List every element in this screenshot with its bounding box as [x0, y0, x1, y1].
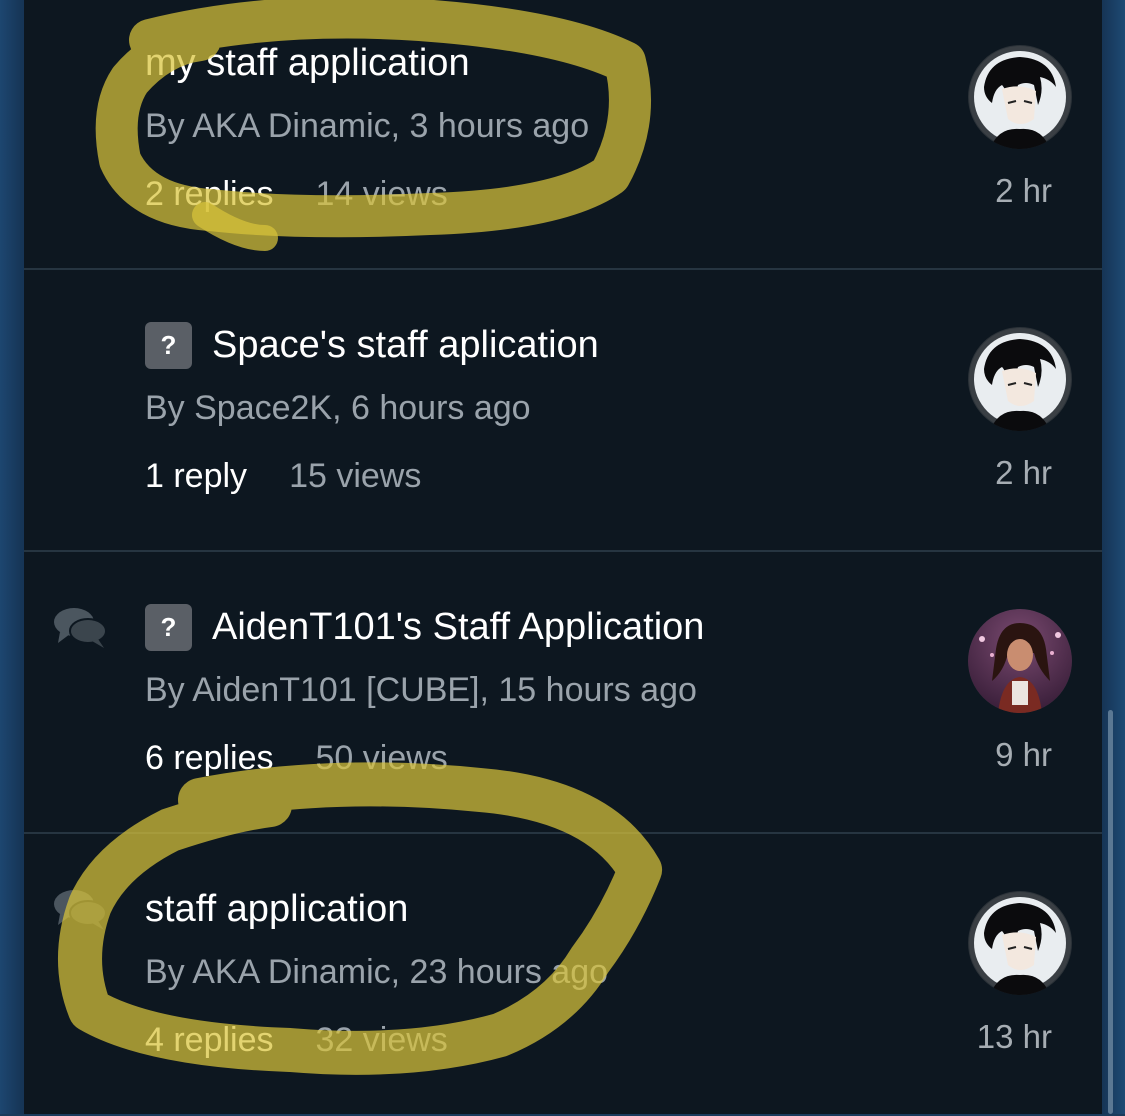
view-count: 50 views: [315, 739, 448, 777]
topic-stats: 1 reply 15 views: [145, 457, 421, 496]
last-activity-time: 13 hr: [976, 1018, 1052, 1055]
avatar[interactable]: [968, 609, 1072, 713]
topic-stats: 2 replies 14 views: [145, 175, 448, 214]
view-count: 14 views: [315, 175, 448, 213]
avatar[interactable]: [968, 891, 1072, 995]
last-activity-time: 2 hr: [995, 454, 1052, 491]
divider: [24, 550, 1102, 552]
last-activity-time: 2 hr: [995, 172, 1052, 209]
question-badge-icon: ?: [145, 603, 192, 651]
reply-count: 1 reply: [145, 457, 248, 495]
avatar[interactable]: [968, 45, 1072, 149]
scrollbar[interactable]: [1108, 710, 1113, 1114]
view-count: 15 views: [289, 457, 422, 495]
topic-list: my staff application By AKA Dinamic, 3 h…: [24, 0, 1102, 1114]
topic-title[interactable]: my staff application: [145, 42, 470, 85]
topic-row[interactable]: ? Space's staff aplication By Space2K, 6…: [24, 271, 1102, 552]
topic-byline: By AKA Dinamic, 23 hours ago: [145, 953, 609, 991]
question-badge-icon: ?: [145, 321, 192, 369]
last-activity-time: 9 hr: [995, 736, 1052, 773]
topic-title-row: ? AidenT101's Staff Application: [145, 602, 704, 652]
chat-bubbles-icon: [54, 890, 107, 930]
topic-row[interactable]: staff application By AKA Dinamic, 23 hou…: [24, 835, 1102, 1116]
topic-title-row: ? Space's staff aplication: [145, 320, 599, 370]
divider: [24, 268, 1102, 270]
topic-row[interactable]: ? AidenT101's Staff Application By Aiden…: [24, 553, 1102, 834]
topic-stats: 4 replies 32 views: [145, 1021, 448, 1060]
topic-row[interactable]: my staff application By AKA Dinamic, 3 h…: [24, 0, 1102, 270]
topic-title-row: staff application: [145, 884, 408, 934]
topic-byline: By AKA Dinamic, 3 hours ago: [145, 107, 590, 145]
topic-byline: By Space2K, 6 hours ago: [145, 389, 531, 427]
avatar[interactable]: [968, 327, 1072, 431]
view-count: 32 views: [315, 1021, 448, 1059]
divider: [24, 832, 1102, 834]
topic-byline: By AidenT101 [CUBE], 15 hours ago: [145, 671, 697, 709]
topic-title[interactable]: staff application: [145, 888, 408, 931]
topic-title-row: my staff application: [145, 38, 470, 88]
topic-stats: 6 replies 50 views: [145, 739, 448, 778]
reply-count: 4 replies: [145, 1021, 274, 1059]
chat-bubbles-icon: [54, 608, 107, 648]
topic-title[interactable]: Space's staff aplication: [212, 324, 599, 367]
topic-title[interactable]: AidenT101's Staff Application: [212, 606, 704, 649]
reply-count: 2 replies: [145, 175, 274, 213]
reply-count: 6 replies: [145, 739, 274, 777]
